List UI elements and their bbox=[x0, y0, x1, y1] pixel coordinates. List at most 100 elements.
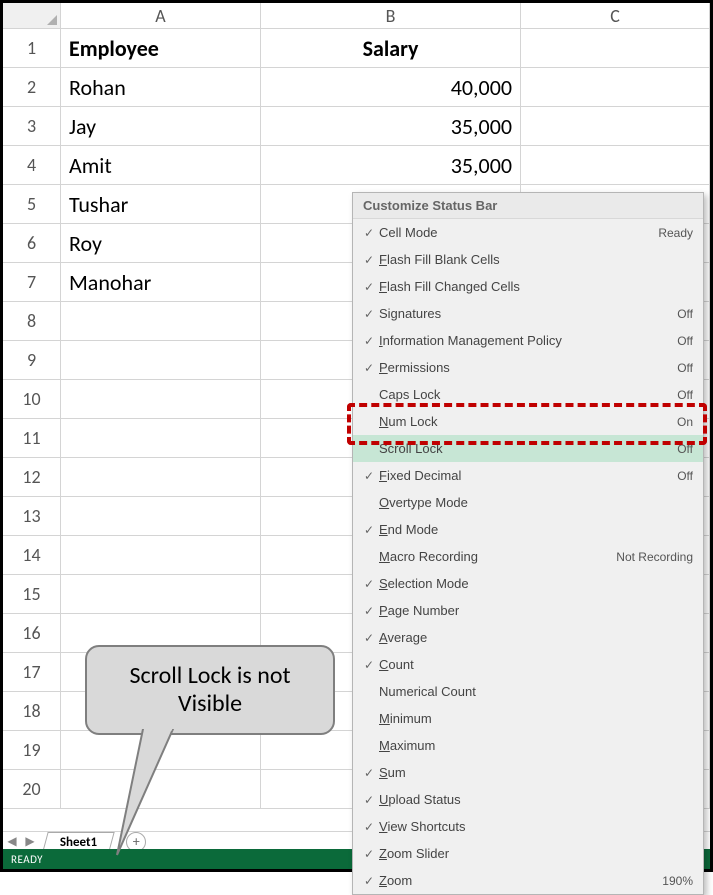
cell-A5[interactable]: Tushar bbox=[61, 185, 261, 223]
row-header-16[interactable]: 16 bbox=[3, 614, 61, 652]
menu-item-macro-recording[interactable]: Macro RecordingNot Recording bbox=[353, 543, 703, 570]
row-header-17[interactable]: 17 bbox=[3, 653, 61, 691]
row-header-12[interactable]: 12 bbox=[3, 458, 61, 496]
row-header-19[interactable]: 19 bbox=[3, 731, 61, 769]
row-header-11[interactable]: 11 bbox=[3, 419, 61, 457]
menu-item-maximum[interactable]: Maximum bbox=[353, 732, 703, 759]
row-header-4[interactable]: 4 bbox=[3, 146, 61, 184]
row-header-1[interactable]: 1 bbox=[3, 29, 61, 67]
menu-item-label: Macro Recording bbox=[379, 549, 616, 564]
check-icon: ✓ bbox=[359, 307, 379, 321]
row-3: 3Jay35,000 bbox=[3, 107, 710, 146]
cell-A13[interactable] bbox=[61, 497, 261, 535]
row-header-18[interactable]: 18 bbox=[3, 692, 61, 730]
check-icon: ✓ bbox=[359, 604, 379, 618]
row-header-7[interactable]: 7 bbox=[3, 263, 61, 301]
menu-item-value: Off bbox=[677, 469, 693, 483]
cell-A3[interactable]: Jay bbox=[61, 107, 261, 145]
menu-item-value: 190% bbox=[662, 874, 693, 888]
cell-B2[interactable]: 40,000 bbox=[261, 68, 521, 106]
menu-item-flash-fill-changed-cells[interactable]: ✓Flash Fill Changed Cells bbox=[353, 273, 703, 300]
cell-A9[interactable] bbox=[61, 341, 261, 379]
menu-item-fixed-decimal[interactable]: ✓Fixed DecimalOff bbox=[353, 462, 703, 489]
cell-C2[interactable] bbox=[521, 68, 710, 106]
menu-item-caps-lock[interactable]: Caps LockOff bbox=[353, 381, 703, 408]
menu-item-value: On bbox=[677, 415, 693, 429]
column-header-B[interactable]: B bbox=[261, 3, 521, 28]
menu-item-label: Overtype Mode bbox=[379, 495, 693, 510]
cell-A6[interactable]: Roy bbox=[61, 224, 261, 262]
check-icon: ✓ bbox=[359, 874, 379, 888]
menu-item-value: Off bbox=[677, 388, 693, 402]
cell-A12[interactable] bbox=[61, 458, 261, 496]
menu-item-page-number[interactable]: ✓Page Number bbox=[353, 597, 703, 624]
menu-item-zoom-slider[interactable]: ✓Zoom Slider bbox=[353, 840, 703, 867]
tab-nav-next[interactable]: ▶ bbox=[21, 833, 39, 851]
menu-item-flash-fill-blank-cells[interactable]: ✓Flash Fill Blank Cells bbox=[353, 246, 703, 273]
cell-A10[interactable] bbox=[61, 380, 261, 418]
check-icon: ✓ bbox=[359, 253, 379, 267]
row-1: 1EmployeeSalary bbox=[3, 29, 710, 68]
row-header-15[interactable]: 15 bbox=[3, 575, 61, 613]
cell-C4[interactable] bbox=[521, 146, 710, 184]
row-header-13[interactable]: 13 bbox=[3, 497, 61, 535]
customize-status-bar-menu[interactable]: Customize Status Bar ✓Cell ModeReady✓Fla… bbox=[352, 192, 704, 895]
cell-A14[interactable] bbox=[61, 536, 261, 574]
tab-nav-prev[interactable]: ◀ bbox=[3, 833, 21, 851]
menu-item-overtype-mode[interactable]: Overtype Mode bbox=[353, 489, 703, 516]
row-header-9[interactable]: 9 bbox=[3, 341, 61, 379]
cell-B3[interactable]: 35,000 bbox=[261, 107, 521, 145]
menu-item-label: Num Lock bbox=[379, 414, 677, 429]
cell-B1[interactable]: Salary bbox=[261, 29, 521, 67]
menu-item-label: Zoom Slider bbox=[379, 846, 693, 861]
menu-item-cell-mode[interactable]: ✓Cell ModeReady bbox=[353, 219, 703, 246]
row-header-5[interactable]: 5 bbox=[3, 185, 61, 223]
menu-item-scroll-lock[interactable]: Scroll LockOff bbox=[353, 435, 703, 462]
cell-A7[interactable]: Manohar bbox=[61, 263, 261, 301]
cell-A15[interactable] bbox=[61, 575, 261, 613]
status-mode: READY bbox=[11, 853, 43, 866]
cell-C3[interactable] bbox=[521, 107, 710, 145]
row-header-8[interactable]: 8 bbox=[3, 302, 61, 340]
menu-item-selection-mode[interactable]: ✓Selection Mode bbox=[353, 570, 703, 597]
menu-item-information-management-policy[interactable]: ✓Information Management PolicyOff bbox=[353, 327, 703, 354]
column-header-C[interactable]: C bbox=[521, 3, 710, 28]
menu-item-upload-status[interactable]: ✓Upload Status bbox=[353, 786, 703, 813]
menu-item-permissions[interactable]: ✓PermissionsOff bbox=[353, 354, 703, 381]
menu-item-label: View Shortcuts bbox=[379, 819, 693, 834]
menu-item-label: Count bbox=[379, 657, 693, 672]
menu-item-minimum[interactable]: Minimum bbox=[353, 705, 703, 732]
cell-A4[interactable]: Amit bbox=[61, 146, 261, 184]
menu-item-signatures[interactable]: ✓SignaturesOff bbox=[353, 300, 703, 327]
menu-item-zoom[interactable]: ✓Zoom190% bbox=[353, 867, 703, 894]
row-header-20[interactable]: 20 bbox=[3, 770, 61, 808]
menu-item-sum[interactable]: ✓Sum bbox=[353, 759, 703, 786]
cell-A1[interactable]: Employee bbox=[61, 29, 261, 67]
menu-title: Customize Status Bar bbox=[353, 193, 703, 219]
cell-C1[interactable] bbox=[521, 29, 710, 67]
callout-tail bbox=[113, 729, 183, 859]
menu-item-label: Scroll Lock bbox=[379, 441, 677, 456]
menu-item-view-shortcuts[interactable]: ✓View Shortcuts bbox=[353, 813, 703, 840]
cell-A11[interactable] bbox=[61, 419, 261, 457]
row-header-6[interactable]: 6 bbox=[3, 224, 61, 262]
menu-item-average[interactable]: ✓Average bbox=[353, 624, 703, 651]
menu-item-num-lock[interactable]: Num LockOn bbox=[353, 408, 703, 435]
cell-A8[interactable] bbox=[61, 302, 261, 340]
menu-item-label: Information Management Policy bbox=[379, 333, 677, 348]
check-icon: ✓ bbox=[359, 334, 379, 348]
menu-item-numerical-count[interactable]: Numerical Count bbox=[353, 678, 703, 705]
menu-item-end-mode[interactable]: ✓End Mode bbox=[353, 516, 703, 543]
cell-A2[interactable]: Rohan bbox=[61, 68, 261, 106]
menu-item-label: Numerical Count bbox=[379, 684, 693, 699]
cell-B4[interactable]: 35,000 bbox=[261, 146, 521, 184]
menu-item-label: Sum bbox=[379, 765, 693, 780]
menu-item-count[interactable]: ✓Count bbox=[353, 651, 703, 678]
row-header-3[interactable]: 3 bbox=[3, 107, 61, 145]
row-header-10[interactable]: 10 bbox=[3, 380, 61, 418]
row-header-2[interactable]: 2 bbox=[3, 68, 61, 106]
row-header-14[interactable]: 14 bbox=[3, 536, 61, 574]
column-header-A[interactable]: A bbox=[61, 3, 261, 28]
column-header-row: A B C bbox=[3, 3, 710, 29]
select-all-corner[interactable] bbox=[3, 3, 61, 28]
